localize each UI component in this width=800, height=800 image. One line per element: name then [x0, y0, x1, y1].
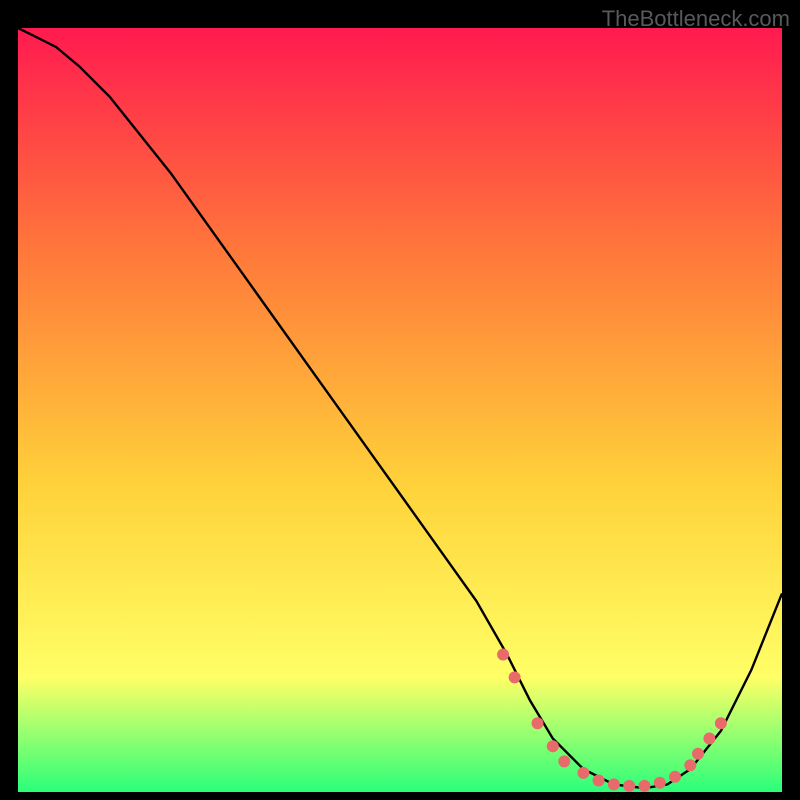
marker-dot: [639, 780, 651, 792]
marker-dot: [703, 733, 715, 745]
marker-dot: [623, 780, 635, 792]
marker-dot: [715, 717, 727, 729]
attribution-text: TheBottleneck.com: [602, 6, 790, 32]
marker-dot: [593, 775, 605, 787]
marker-dot: [497, 649, 509, 661]
marker-dot: [692, 748, 704, 760]
marker-dot: [547, 740, 559, 752]
marker-dot: [509, 671, 521, 683]
marker-dot: [684, 759, 696, 771]
marker-dot: [608, 778, 620, 790]
marker-dot: [654, 777, 666, 789]
bottleneck-chart: [18, 28, 782, 792]
marker-dot: [669, 771, 681, 783]
plot-background: [18, 28, 782, 792]
marker-dot: [558, 755, 570, 767]
marker-dot: [532, 717, 544, 729]
marker-dot: [577, 767, 589, 779]
chart-container: TheBottleneck.com: [0, 0, 800, 800]
